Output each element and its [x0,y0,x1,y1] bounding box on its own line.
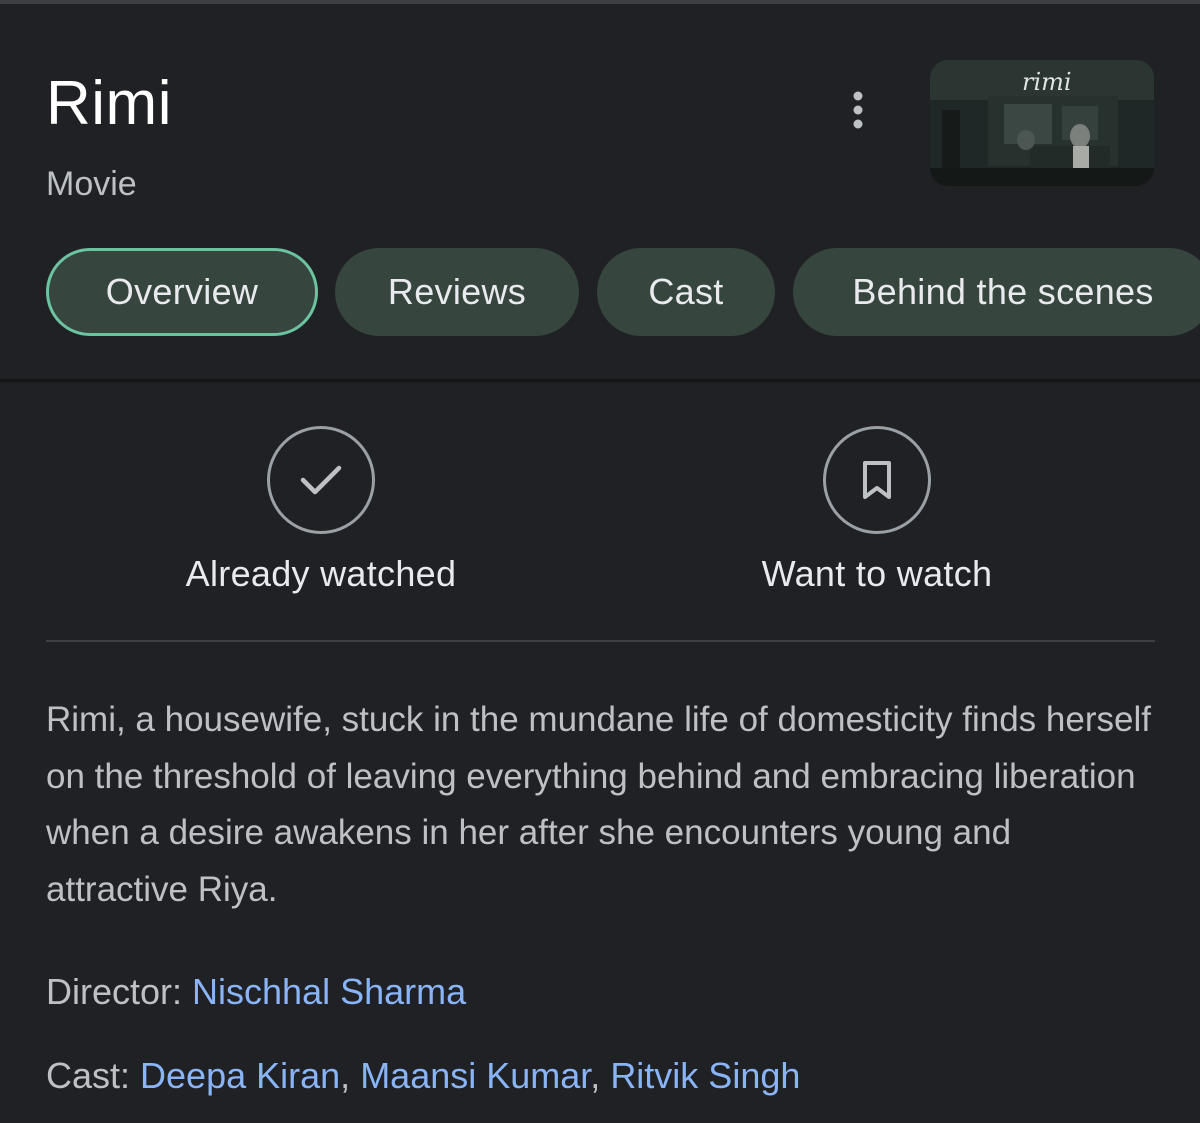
director-row: Director: Nischhal Sharma [46,970,466,1014]
content-divider [46,640,1155,642]
want-to-watch-circle[interactable] [823,426,931,534]
thumbnail-title-text: rimi [1022,68,1072,96]
already-watched-circle[interactable] [267,426,375,534]
more-options-button[interactable] [832,84,884,136]
page-subtitle: Movie [46,165,137,203]
tab-behind-the-scenes[interactable]: Behind the scenes [793,248,1200,336]
thumbnail-image: rimi [930,60,1154,186]
top-edge [0,0,1200,4]
movie-thumbnail[interactable]: rimi [930,60,1154,186]
director-label: Director: [46,971,193,1012]
cast-label: Cast: [46,1055,141,1096]
bookmark-icon [863,461,891,499]
movie-description: Rimi, a housewife, stuck in the mundane … [46,700,1151,909]
already-watched-label: Already watched [185,553,457,594]
cast-separator: , [340,1055,361,1096]
already-watched-button[interactable]: Already watched [121,426,521,596]
section-divider [0,379,1200,382]
page-title: Rimi [46,69,172,138]
director-link[interactable]: Nischhal Sharma [192,971,466,1012]
cast-link-deepa-kiran[interactable]: Deepa Kiran [140,1055,340,1096]
tab-overview[interactable]: Overview [46,248,318,336]
cast-separator: , [590,1055,611,1096]
cast-link-ritvik-singh[interactable]: Ritvik Singh [610,1055,800,1096]
cast-link-maansi-kumar[interactable]: Maansi Kumar [360,1055,590,1096]
tab-cast[interactable]: Cast [597,248,775,336]
want-to-watch-label: Want to watch [761,553,993,594]
cast-row: Cast: Deepa Kiran, Maansi Kumar, Ritvik … [46,1054,800,1098]
check-icon [300,465,342,495]
want-to-watch-button[interactable]: Want to watch [677,426,1077,596]
more-vert-icon [853,91,863,129]
tab-reviews[interactable]: Reviews [335,248,579,336]
